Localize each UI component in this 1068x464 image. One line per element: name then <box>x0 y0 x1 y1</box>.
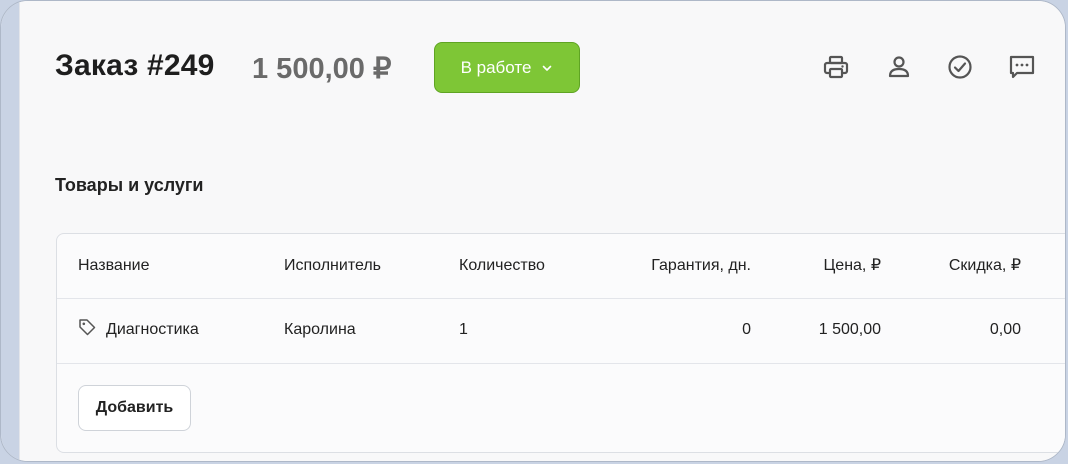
table-header: Название Исполнитель Количество Гарантия… <box>57 234 1065 299</box>
left-edge <box>1 1 19 461</box>
complete-button[interactable] <box>944 51 976 83</box>
row-price: 1 500,00 <box>818 321 881 338</box>
status-label: В работе <box>460 57 532 77</box>
column-header-price: Цена, ₽ <box>823 257 881 274</box>
tag-icon <box>79 319 96 336</box>
order-header: Заказ #249 1 500,00 ₽ В работе <box>20 1 1065 121</box>
items-table: Название Исполнитель Количество Гарантия… <box>56 233 1065 453</box>
chevron-down-icon <box>543 65 552 71</box>
check-circle-icon <box>948 55 972 79</box>
row-discount: 0,00 <box>989 321 1021 338</box>
printer-icon <box>823 55 849 79</box>
column-header-discount: Скидка, ₽ <box>948 257 1021 274</box>
row-name-cell: Диагностика <box>78 298 199 362</box>
assign-user-button[interactable] <box>883 51 915 83</box>
page: Заказ #249 1 500,00 ₽ В работе Товары и … <box>0 0 1068 464</box>
order-sum: 1 500,00 ₽ <box>252 53 392 85</box>
order-window: Заказ #249 1 500,00 ₽ В работе Товары и … <box>0 0 1066 462</box>
status-dropdown-button[interactable]: В работе <box>434 42 580 93</box>
column-header-name: Название <box>78 257 150 274</box>
user-icon <box>888 56 910 78</box>
table-row[interactable]: Диагностика Каролина 1 0 1 500,00 0,00 <box>57 298 1065 364</box>
row-performer: Каролина <box>284 321 356 338</box>
column-header-performer: Исполнитель <box>284 257 382 274</box>
add-item-button[interactable]: Добавить <box>78 385 191 431</box>
print-button[interactable] <box>820 51 852 83</box>
column-header-warranty: Гарантия, дн. <box>651 257 751 274</box>
section-title: Товары и услуги <box>55 175 204 195</box>
row-warranty: 0 <box>742 321 751 338</box>
row-name: Диагностика <box>106 321 199 338</box>
comment-icon <box>1009 55 1035 79</box>
row-quantity: 1 <box>459 321 468 338</box>
order-title: Заказ #249 <box>55 49 215 82</box>
order-content: Заказ #249 1 500,00 ₽ В работе Товары и … <box>19 1 1065 461</box>
comment-button[interactable] <box>1006 51 1038 83</box>
column-header-quantity: Количество <box>459 257 545 274</box>
